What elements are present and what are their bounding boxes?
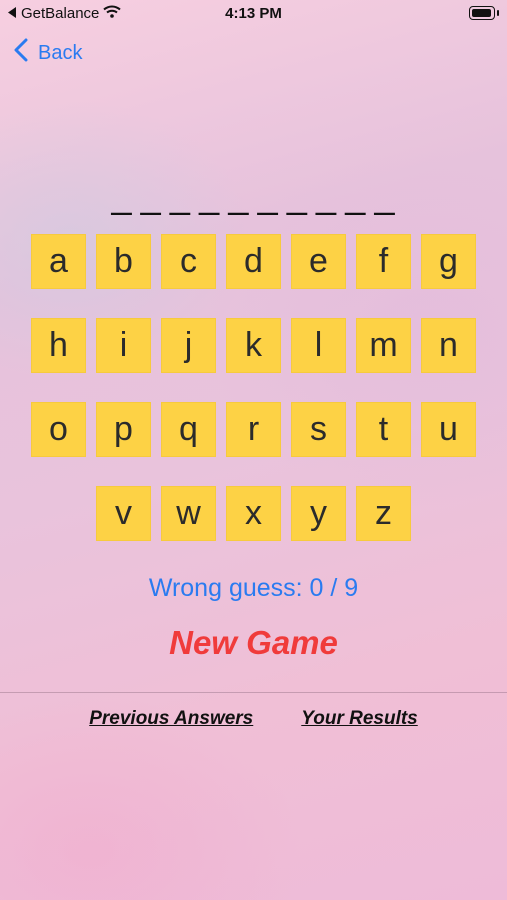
new-game-button[interactable]: New Game	[0, 624, 507, 662]
letter-key-q[interactable]: q	[161, 402, 216, 457]
letter-key-v[interactable]: v	[96, 486, 151, 541]
letter-key-n[interactable]: n	[421, 318, 476, 373]
letter-key-i[interactable]: i	[96, 318, 151, 373]
letter-key-w[interactable]: w	[161, 486, 216, 541]
keyboard-row: opqrstu	[0, 402, 507, 457]
letter-key-f[interactable]: f	[356, 234, 411, 289]
letter-key-h[interactable]: h	[31, 318, 86, 373]
word-blanks: _ _ _ _ _ _ _ _ _ _	[111, 175, 396, 216]
letter-key-m[interactable]: m	[356, 318, 411, 373]
letter-key-y[interactable]: y	[291, 486, 346, 541]
letter-key-e[interactable]: e	[291, 234, 346, 289]
letter-key-k[interactable]: k	[226, 318, 281, 373]
letter-key-d[interactable]: d	[226, 234, 281, 289]
back-label: Back	[38, 41, 83, 64]
letter-key-r[interactable]: r	[226, 402, 281, 457]
chevron-left-icon	[14, 38, 28, 68]
divider	[0, 692, 507, 693]
letter-key-p[interactable]: p	[96, 402, 151, 457]
status-bar: GetBalance 4:13 PM	[0, 0, 507, 28]
letter-key-t[interactable]: t	[356, 402, 411, 457]
letter-key-a[interactable]: a	[31, 234, 86, 289]
keyboard-row: vwxyz	[0, 486, 507, 541]
battery-icon	[469, 6, 499, 20]
wrong-guess-counter: Wrong guess: 0 / 9	[148, 574, 359, 602]
letter-key-u[interactable]: u	[421, 402, 476, 457]
letter-key-z[interactable]: z	[356, 486, 411, 541]
letter-key-x[interactable]: x	[226, 486, 281, 541]
footer-links: Previous Answers Your Results	[0, 708, 507, 730]
back-button[interactable]: Back	[14, 38, 82, 68]
letter-key-s[interactable]: s	[291, 402, 346, 457]
letter-key-j[interactable]: j	[161, 318, 216, 373]
keyboard-row: abcdefg	[0, 234, 507, 289]
previous-answers-link[interactable]: Previous Answers	[89, 708, 253, 730]
your-results-link[interactable]: Your Results	[301, 708, 418, 730]
letter-key-c[interactable]: c	[161, 234, 216, 289]
keyboard-row: hijklmn	[0, 318, 507, 373]
letter-key-b[interactable]: b	[96, 234, 151, 289]
status-time: 4:13 PM	[225, 5, 282, 22]
letter-key-o[interactable]: o	[31, 402, 86, 457]
letter-key-g[interactable]: g	[421, 234, 476, 289]
letter-key-l[interactable]: l	[291, 318, 346, 373]
